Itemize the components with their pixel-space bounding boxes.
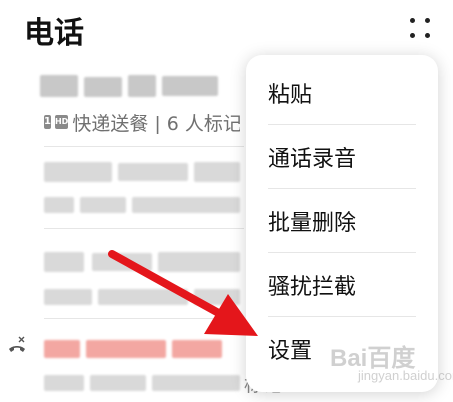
blurred-contact-name (118, 163, 188, 181)
blurred-contact-name (44, 340, 80, 358)
page-title: 电话 (24, 16, 84, 51)
missed-call-icon (9, 336, 25, 352)
call-subtitle-text: 快递送餐 | 6 人标记 (72, 112, 240, 135)
blurred-call-info (44, 289, 92, 305)
more-options-icon[interactable] (406, 14, 434, 42)
call-subtitle: 1 HD 快递送餐 | 6 人标记 (44, 110, 240, 134)
baidu-watermark-url: jingyan.baidu.com (358, 368, 453, 383)
menu-item-batch-delete[interactable]: 批量删除 (268, 189, 416, 253)
blurred-call-info (44, 375, 84, 391)
blurred-call-info (80, 197, 126, 213)
divider (44, 228, 244, 229)
divider (44, 318, 244, 319)
blurred-call-info (90, 375, 146, 391)
blurred-contact-name (86, 340, 166, 358)
blurred-contact-name (128, 75, 156, 97)
blurred-contact-name (44, 252, 84, 272)
blurred-call-info (194, 289, 240, 305)
blurred-call-info (44, 197, 74, 213)
blurred-call-info (132, 197, 240, 213)
blurred-contact-name (84, 77, 122, 97)
blurred-contact-name (158, 252, 240, 272)
blurred-contact-name (40, 75, 78, 97)
blurred-call-info (98, 289, 188, 305)
blurred-contact-name (172, 340, 222, 358)
blurred-call-info (152, 375, 240, 391)
hd-icon: HD (54, 115, 69, 129)
blurred-contact-name (194, 162, 240, 182)
menu-item-harassment-block[interactable]: 骚扰拦截 (268, 253, 416, 317)
blurred-contact-name (92, 253, 152, 271)
menu-item-call-recording[interactable]: 通话录音 (268, 125, 416, 189)
blurred-contact-name (162, 76, 218, 96)
menu-item-paste[interactable]: 粘贴 (268, 61, 416, 125)
divider (44, 146, 244, 147)
sim-icon: 1 (44, 115, 51, 129)
blurred-contact-name (44, 162, 112, 182)
